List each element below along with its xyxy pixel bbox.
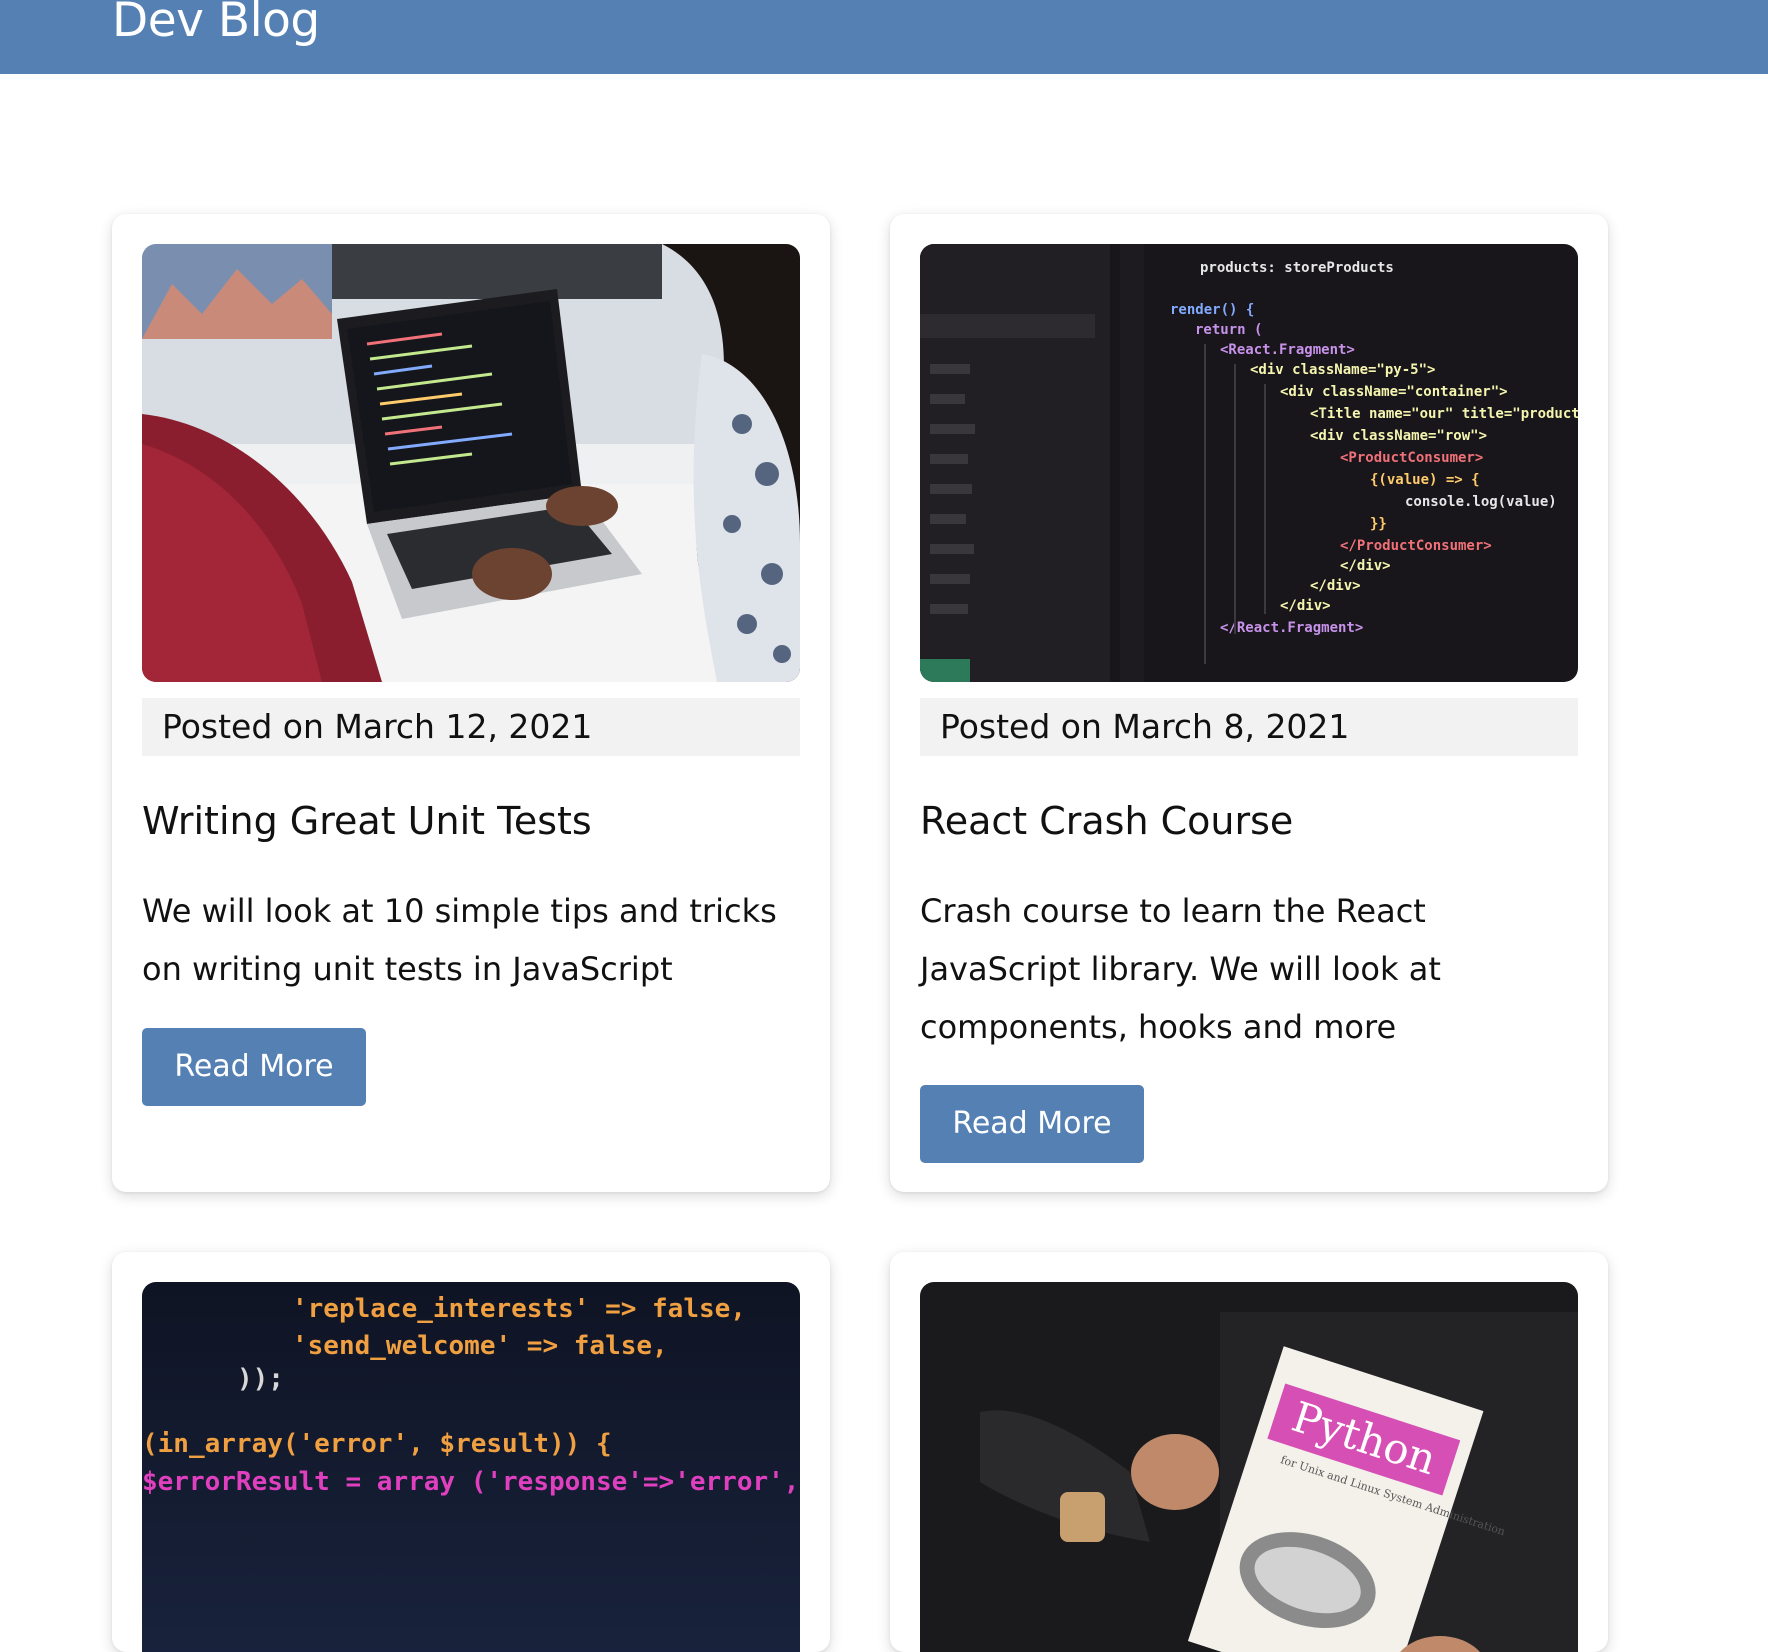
- svg-text:</ProductConsumer>: </ProductConsumer>: [1340, 538, 1492, 554]
- read-more-button[interactable]: Read More: [142, 1028, 366, 1106]
- svg-text:<ProductConsumer>: <ProductConsumer>: [1340, 450, 1483, 466]
- svg-text:{(value) => {: {(value) => {: [1370, 472, 1480, 488]
- post-title[interactable]: Writing Great Unit Tests: [142, 796, 800, 846]
- post-image[interactable]: [142, 244, 800, 682]
- code-line: 'replace_interests' => false,: [292, 1294, 746, 1324]
- svg-text:<Title name="our" title="produ: <Title name="our" title="product": [1310, 406, 1578, 422]
- post-excerpt: We will look at 10 simple tips and trick…: [142, 892, 777, 988]
- post-date: Posted on March 8, 2021: [920, 698, 1578, 756]
- post-date: Posted on March 12, 2021: [142, 698, 800, 756]
- read-more-button[interactable]: Read More: [920, 1085, 1144, 1163]
- svg-text:<div className="container">: <div className="container">: [1280, 384, 1508, 400]
- post-image[interactable]: Python for Unix and Linux System Adminis…: [920, 1282, 1578, 1652]
- post-card: products: storeProducts render() { retur…: [890, 214, 1608, 1192]
- code-line: ));: [237, 1364, 284, 1394]
- svg-text:<React.Fragment>: <React.Fragment>: [1220, 342, 1355, 358]
- svg-text:</React.Fragment>: </React.Fragment>: [1220, 620, 1363, 636]
- svg-text:render() {: render() {: [1170, 302, 1254, 318]
- site-header: Dev Blog: [0, 0, 1768, 74]
- svg-text:products: storeProducts: products: storeProducts: [1200, 260, 1394, 276]
- svg-text:}}: }}: [1370, 516, 1387, 532]
- post-image[interactable]: products: storeProducts render() { retur…: [920, 244, 1578, 682]
- post-title[interactable]: React Crash Course: [920, 796, 1578, 846]
- svg-text:<div className="py-5">: <div className="py-5">: [1250, 362, 1435, 378]
- post-excerpt: Crash course to learn the React JavaScri…: [920, 892, 1441, 1046]
- site-brand[interactable]: Dev Blog: [112, 0, 320, 52]
- post-card: Python for Unix and Linux System Adminis…: [890, 1252, 1608, 1652]
- svg-text:return (: return (: [1195, 322, 1262, 338]
- svg-text:</div>: </div>: [1280, 598, 1331, 614]
- code-line: $errorResult = array ('response'=>'error…: [142, 1467, 800, 1497]
- svg-text:</div>: </div>: [1340, 558, 1391, 574]
- svg-text:console.log(value): console.log(value): [1405, 494, 1557, 510]
- post-image[interactable]: 'replace_interests' => false, 'send_welc…: [142, 1282, 800, 1652]
- post-card: 'replace_interests' => false, 'send_welc…: [112, 1252, 830, 1652]
- code-line: (in_array('error', $result)) {: [142, 1429, 612, 1459]
- code-line: 'send_welcome' => false,: [292, 1331, 668, 1361]
- svg-text:</div>: </div>: [1310, 578, 1361, 594]
- post-card: Posted on March 12, 2021 Writing Great U…: [112, 214, 830, 1192]
- svg-text:<div className="row">: <div className="row">: [1310, 428, 1487, 444]
